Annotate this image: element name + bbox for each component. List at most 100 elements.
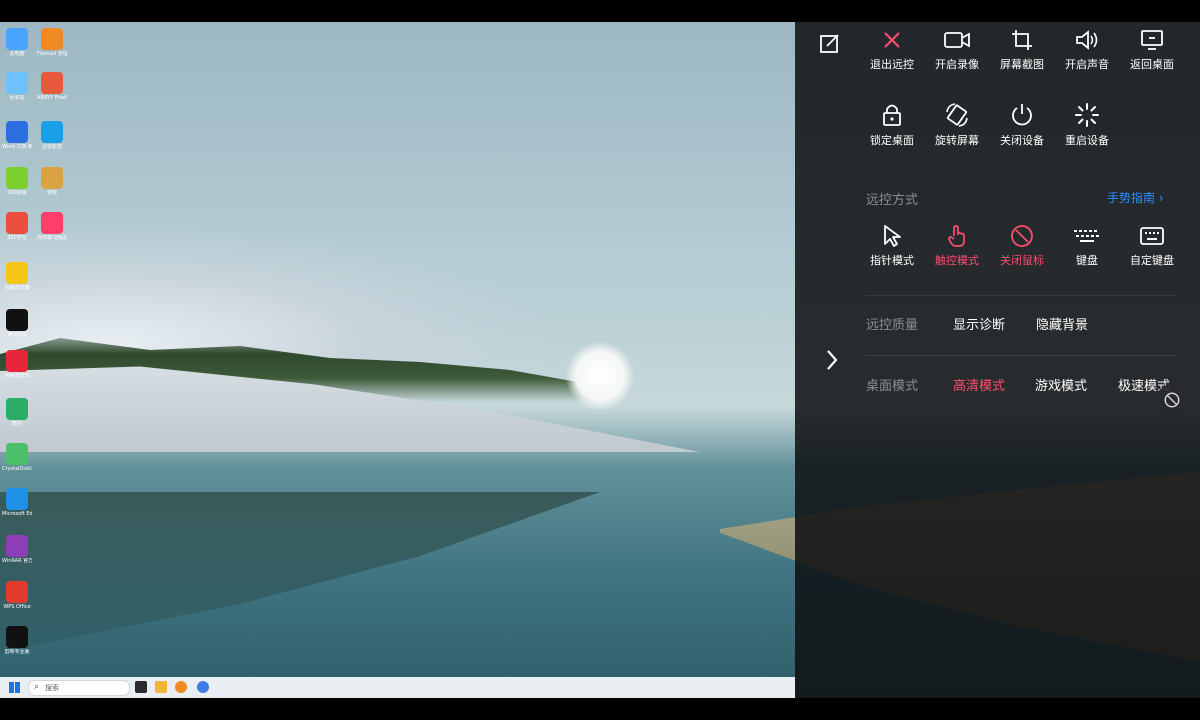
game-icon [41,167,63,189]
sun [566,342,634,410]
desktop-shortcut-label: WPS Office [3,604,31,610]
desktop-shortcut-label: 回收站 [9,95,25,101]
desktop-shortcut[interactable]: 谷歌浏览器 [2,262,32,291]
desktop-shortcut-label: ABBYY FineReader [37,95,67,101]
rotate-screen-button[interactable]: 旋转屏幕 [927,102,987,148]
divider [866,355,1178,356]
mouse-off-icon [1164,392,1180,408]
desktop-shortcut[interactable]: CrystalDiskInfo [2,443,32,472]
taskbar-search-box[interactable]: ⌕ 搜索 [28,680,130,696]
restart-spinner-icon [1075,103,1099,127]
desktop-shortcut[interactable]: 360极速 [2,167,32,196]
abbyy-icon [41,72,63,94]
edit-icon[interactable] [819,32,841,54]
pointer-mode-button[interactable]: 指针模式 [862,224,922,268]
desktop-shortcut[interactable]: Microsoft Edge [2,488,32,517]
desktop-shortcut[interactable]: ABBYY FineReader [37,72,67,101]
wechat-icon [6,398,28,420]
divider [866,295,1178,296]
chevron-right-icon[interactable] [823,348,841,372]
mouse-off-icon [1011,225,1033,247]
monitor-icon [1141,30,1163,50]
desktop-shortcut[interactable]: WinRAR 官方版本 [2,535,32,564]
custom-keyboard-button[interactable]: 自定键盘 [1122,224,1182,268]
file-explorer-icon[interactable] [155,681,167,693]
word-icon [6,121,28,143]
show-diagnostics-option[interactable]: 显示诊断 [953,314,1005,333]
desktop-shortcut[interactable]: 腾讯QQ [2,309,32,338]
remote-desktop-frame: 此电脑 Foxmail 管理端回收站 ABBYY FineReader Word 文档… [0,22,1200,698]
edge-icon [6,488,28,510]
custom-keyboard-icon [1140,227,1164,245]
taskbar-app-icon[interactable] [135,681,147,693]
qq-icon [6,309,28,331]
game-mode-option[interactable]: 游戏模式 [1035,375,1087,394]
desktop-shortcut-label: 向日葵 远程控制 [37,235,67,241]
desktop-shortcut-label: 剪映专业版 [4,649,30,655]
netease-music-icon [6,350,28,372]
desktop-shortcut[interactable]: Foxmail 管理端 [37,28,67,57]
desktop-mode-label: 桌面模式 [866,379,919,394]
desktop-shortcut[interactable]: 微信 [2,398,32,427]
exit-remote-button[interactable]: 退出远控 [862,28,922,72]
remote-control-panel: 退出远控 开启录像 屏幕截图 开启声音 返回桌面 锁定桌面 旋转屏幕 关闭设备 … [795,22,1200,698]
desktop-shortcut-label: 谷歌浏览器 [4,285,30,291]
desktop-shortcut-label: Word 文档 新建 [2,144,32,150]
desktop-shortcut[interactable]: 向日葵 远程控制 [37,212,67,241]
speed-icon [6,167,28,189]
desktop-shortcut-label: 网易云音乐 [4,373,30,379]
screenshot-button[interactable]: 屏幕截图 [992,28,1052,72]
browser360-icon [6,212,28,234]
computer-icon [6,28,28,50]
desktop-shortcut-label: CrystalDiskInfo [2,466,32,472]
wps-icon [6,581,28,603]
taskbar-app-icon[interactable] [175,681,187,693]
gesture-guide-link[interactable]: 手势指南 › [1107,189,1164,206]
sunlogin-icon [41,212,63,234]
floating-mouse-toggle[interactable] [1156,384,1188,416]
desktop-shortcut-label: 360安全 [7,235,27,241]
capcut-icon [6,626,28,648]
keyboard-button[interactable]: 键盘 [1057,224,1117,268]
desktop-shortcut-label: Microsoft Edge [2,511,32,517]
desktop-shortcut-label: 360极速 [7,190,27,196]
shutdown-device-button[interactable]: 关闭设备 [992,102,1052,148]
crystal-icon [6,443,28,465]
desktop-shortcut[interactable]: 游戏 [37,167,67,196]
hide-background-option[interactable]: 隐藏背景 [1036,314,1088,333]
desktop-shortcut[interactable]: Word 文档 新建 [2,121,32,150]
desktop-shortcut[interactable]: WPS Office [2,581,32,610]
crop-icon [1012,30,1032,50]
disable-mouse-button[interactable]: 关闭鼠标 [992,224,1052,268]
desktop-shortcut-label: WinRAR 官方版本 [2,558,32,564]
desktop-shortcut[interactable]: 360安全 [2,212,32,241]
return-desktop-button[interactable]: 返回桌面 [1122,28,1182,72]
lock-desktop-button[interactable]: 锁定桌面 [862,102,922,148]
desktop-shortcut[interactable]: 迅雷影音 [37,121,67,150]
desktop-shortcut[interactable]: 回收站 [2,72,32,101]
desktop-shortcut-label: 此电脑 [9,51,25,57]
rotate-screen-icon [946,103,968,127]
desktop-shortcut-label: Foxmail 管理端 [37,51,67,57]
touch-mode-button[interactable]: 触控模式 [927,224,987,268]
desktop-shortcut[interactable]: 此电脑 [2,28,32,57]
foxmail-icon [41,28,63,50]
desktop-shortcut[interactable]: 剪映专业版 [2,626,32,655]
remote-method-label: 远控方式 [866,193,919,208]
restart-device-button[interactable]: 重启设备 [1057,102,1117,148]
winrar-icon [6,535,28,557]
search-icon: ⌕ [34,682,40,692]
power-icon [1012,104,1032,126]
pointer-icon [884,225,901,247]
lock-icon [883,104,901,126]
desktop-shortcut-label: 游戏 [46,190,57,196]
start-recording-button[interactable]: 开启录像 [927,28,987,72]
enable-sound-button[interactable]: 开启声音 [1057,28,1117,72]
start-menu-icon[interactable] [9,682,20,693]
desktop-shortcut[interactable]: 网易云音乐 [2,350,32,379]
keyboard-icon [1074,230,1099,242]
taskbar-app-icon[interactable] [197,681,209,693]
xunlei-icon [41,121,63,143]
hd-mode-option[interactable]: 高清模式 [953,375,1005,394]
desktop-shortcut-label: 迅雷影音 [41,144,62,150]
